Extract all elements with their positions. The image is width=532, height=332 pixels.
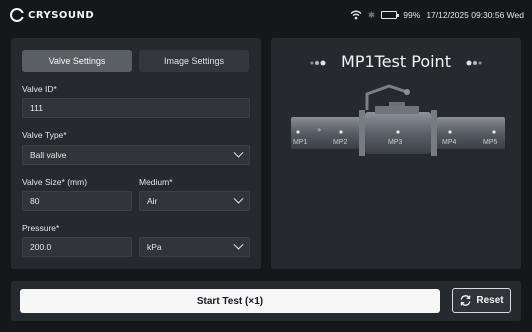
tab-image-settings[interactable]: Image Settings (139, 50, 249, 72)
valve-id-label: Valve ID* (22, 84, 57, 94)
reset-button[interactable]: Reset (452, 288, 511, 313)
test-point-title: MP1Test Point (341, 52, 451, 71)
chevron-down-icon (233, 239, 244, 250)
pressure-unit-select[interactable]: kPa (139, 237, 250, 257)
chevron-down-icon (233, 147, 244, 158)
status-bar: CRYSOUND ✱ 99% 17/12/2025 09:30:56 Wed (0, 0, 532, 30)
pressure-unit-value: kPa (147, 242, 162, 252)
tab-valve-settings[interactable]: Valve Settings (22, 50, 132, 72)
mp-label: MP4 (442, 139, 457, 146)
battery-percent: 99% (403, 10, 421, 20)
valve-id-value: 111 (30, 103, 43, 113)
start-test-button[interactable]: Start Test (×1) (20, 289, 440, 313)
datetime: 17/12/2025 09:30:56 Wed (426, 10, 524, 20)
valve-type-value: Ball valve (30, 150, 67, 160)
valve-type-select[interactable]: Ball valve (22, 145, 250, 165)
mp-label: MP5 (483, 139, 498, 146)
medium-select[interactable]: Air (139, 191, 250, 211)
mp-label: MP2 (333, 139, 348, 146)
pressure-value: 200.0 (30, 242, 52, 252)
mp-label: MP1 (293, 139, 308, 146)
action-bar: Start Test (×1) Reset (11, 281, 521, 321)
mp-label: MP3 (388, 139, 403, 146)
bluetooth-icon: ✱ (367, 9, 376, 20)
brand-logo: CRYSOUND (10, 8, 94, 22)
reset-label: Reset (476, 295, 504, 306)
wifi-icon (350, 10, 362, 20)
valve-size-value: 80 (30, 196, 40, 206)
valve-size-input[interactable]: 80 (22, 191, 132, 211)
valve-diagram: » (291, 84, 505, 156)
chevron-down-icon (233, 193, 244, 204)
system-status: ✱ 99% 17/12/2025 09:30:56 Wed (350, 10, 524, 21)
medium-label: Medium* (139, 177, 173, 187)
brand-name: CRYSOUND (28, 9, 95, 21)
crysound-logo-icon (10, 8, 25, 22)
valve-size-label: Valve Size* (mm) (22, 177, 88, 187)
valve-id-input[interactable]: 111 (22, 98, 250, 118)
medium-value: Air (147, 196, 158, 206)
pressure-input[interactable]: 200.0 (22, 237, 132, 257)
pressure-label: Pressure* (22, 223, 60, 233)
settings-panel: Valve Settings Image Settings Valve ID* … (11, 38, 261, 269)
test-point-panel: MP1Test Point » MP1 MP2 MP3 MP4 MP5 (271, 38, 521, 269)
svg-text:»: » (317, 126, 321, 134)
battery-icon (381, 11, 400, 19)
refresh-icon (461, 295, 471, 306)
valve-type-label: Valve Type* (22, 130, 67, 140)
